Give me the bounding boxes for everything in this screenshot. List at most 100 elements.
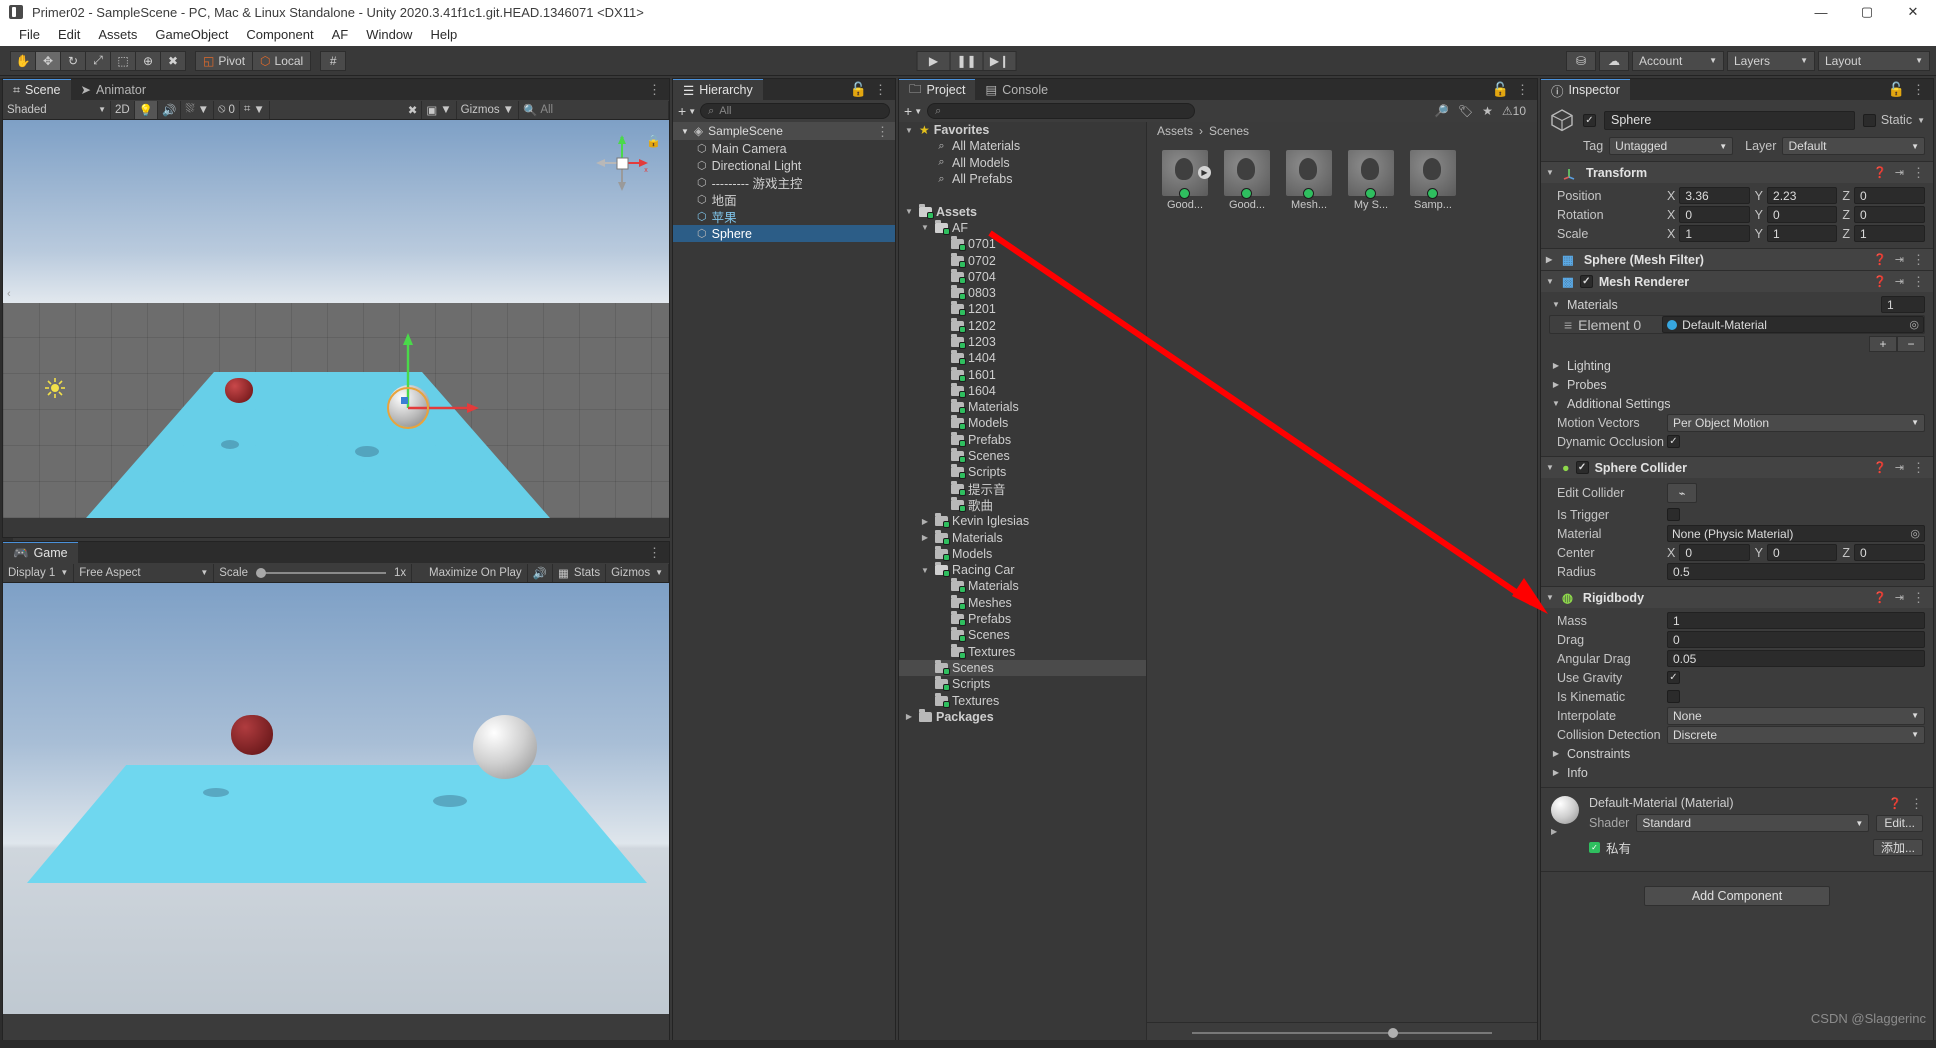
chevron-down-icon[interactable]: ▼ bbox=[919, 566, 931, 575]
component-header[interactable]: ▶ ▦ Sphere (Mesh Filter) ❓ ⇥ ⋮ bbox=[1541, 249, 1933, 270]
material-menu-icon[interactable]: ⋮ bbox=[1910, 797, 1923, 810]
radius-input[interactable]: 0.5 bbox=[1667, 563, 1925, 580]
asset-item[interactable]: Samp... bbox=[1407, 150, 1459, 211]
project-tree-row[interactable]: ▼ Racing Car bbox=[899, 562, 1146, 578]
help-icon[interactable]: ❓ bbox=[1873, 166, 1887, 179]
minimize-button[interactable]: — bbox=[1798, 0, 1844, 24]
chevron-down-icon[interactable]: ▼ bbox=[919, 223, 931, 232]
inspector-menu-icon[interactable]: ⋮ bbox=[1912, 83, 1925, 96]
shader-dropdown[interactable]: Standard ▼ bbox=[1636, 814, 1870, 832]
center-y-input[interactable]: 0 bbox=[1767, 544, 1838, 561]
shader-edit-button[interactable]: Edit... bbox=[1876, 814, 1923, 832]
menu-item-assets[interactable]: Assets bbox=[89, 24, 146, 46]
game-gizmos-dropdown[interactable]: Gizmos ▼ bbox=[606, 563, 669, 582]
hierarchy-item-directional-light[interactable]: ⬡ Directional Light bbox=[673, 157, 895, 174]
project-tree-row[interactable]: 1201 bbox=[899, 301, 1146, 317]
custom-tool-icon[interactable]: ✖ bbox=[160, 50, 186, 71]
add-material-button[interactable]: + bbox=[1869, 336, 1897, 352]
is-trigger-checkbox[interactable] bbox=[1667, 508, 1680, 521]
scene-lighting-icon[interactable]: 💡 bbox=[134, 100, 159, 119]
project-tree-row[interactable]: 1203 bbox=[899, 334, 1146, 350]
project-tree-row[interactable]: Scenes bbox=[899, 659, 1146, 677]
position-x[interactable]: X 3.36 bbox=[1667, 187, 1750, 204]
position-y[interactable]: Y 2.23 bbox=[1755, 187, 1838, 204]
move-gizmo[interactable] bbox=[373, 325, 493, 435]
project-tree-row[interactable]: Models bbox=[899, 545, 1146, 562]
menu-item-gameobject[interactable]: GameObject bbox=[146, 24, 237, 46]
center-y[interactable]: Y0 bbox=[1755, 544, 1838, 561]
project-tree-row[interactable]: ⌕ All Materials bbox=[899, 138, 1146, 154]
preset-icon[interactable]: ⇥ bbox=[1895, 275, 1904, 288]
hierarchy-lock-icon[interactable]: 🔓 bbox=[850, 81, 867, 98]
tab-animator[interactable]: ➤ Animator bbox=[70, 79, 157, 100]
project-tree-row[interactable]: 1404 bbox=[899, 350, 1146, 366]
chevron-right-icon[interactable]: ▶ bbox=[1546, 255, 1556, 264]
constraints-fold[interactable]: ▶ Constraints bbox=[1549, 744, 1925, 763]
maximize-button[interactable]: ▢ bbox=[1844, 0, 1890, 24]
favorite-filter-icon[interactable]: ★ bbox=[1482, 104, 1493, 118]
probes-fold[interactable]: ▶ Probes bbox=[1549, 375, 1925, 394]
edit-collider-button[interactable]: ⌁ bbox=[1667, 483, 1697, 503]
chevron-down-icon[interactable]: ▼ bbox=[903, 126, 915, 135]
scene-menu-icon[interactable]: ⋮ bbox=[648, 83, 661, 96]
chevron-down-icon[interactable]: ▼ bbox=[1546, 593, 1556, 602]
project-lock-icon[interactable]: 🔓 bbox=[1492, 81, 1509, 98]
search-scope-icon[interactable]: 🔎 bbox=[1434, 104, 1449, 118]
hierarchy-item-game-controller[interactable]: ⬡ --------- 游戏主控 bbox=[673, 174, 895, 191]
remove-material-button[interactable]: − bbox=[1897, 336, 1925, 352]
hierarchy-add-button[interactable]: + ▼ bbox=[678, 103, 696, 119]
scene-lock-icon[interactable]: 🔒 bbox=[646, 134, 661, 148]
draw-mode-dropdown[interactable]: Shaded ▼ bbox=[3, 100, 111, 119]
chevron-right-icon[interactable]: ▶ bbox=[1551, 824, 1579, 836]
collab-button[interactable]: ⛁ bbox=[1566, 50, 1596, 71]
position-x-input[interactable]: 3.36 bbox=[1679, 187, 1750, 204]
menu-item-af[interactable]: AF bbox=[323, 24, 358, 46]
display-dropdown[interactable]: Display 1 ▼ bbox=[3, 563, 75, 582]
scale-y-input[interactable]: 1 bbox=[1767, 225, 1838, 242]
collision-detection-dropdown[interactable]: Discrete ▼ bbox=[1667, 725, 1925, 744]
layout-dropdown[interactable]: Layout ▼ bbox=[1818, 50, 1930, 71]
project-tree-row[interactable]: Materials bbox=[899, 578, 1146, 594]
chevron-down-icon[interactable]: ▼ bbox=[1917, 116, 1925, 125]
position-z-input[interactable]: 0 bbox=[1853, 187, 1926, 204]
scene-left-chevron-icon[interactable]: ‹ bbox=[7, 288, 11, 300]
project-tree-row[interactable]: ▶ Materials bbox=[899, 529, 1146, 545]
position-y-input[interactable]: 2.23 bbox=[1767, 187, 1838, 204]
mass-input[interactable]: 1 bbox=[1667, 612, 1925, 629]
local-toggle[interactable]: ⬡ Local bbox=[252, 50, 312, 71]
component-menu-icon[interactable]: ⋮ bbox=[1912, 253, 1925, 266]
help-icon[interactable]: ❓ bbox=[1873, 253, 1887, 266]
rotation-x[interactable]: X0 bbox=[1667, 206, 1750, 223]
project-tree-row[interactable]: Materials bbox=[899, 399, 1146, 415]
scale-z[interactable]: Z1 bbox=[1842, 225, 1926, 242]
step-button[interactable]: ▶❙ bbox=[982, 50, 1017, 71]
component-menu-icon[interactable]: ⋮ bbox=[1912, 166, 1925, 179]
materials-count-input[interactable]: 1 bbox=[1881, 296, 1925, 313]
preset-icon[interactable]: ⇥ bbox=[1895, 166, 1904, 179]
chevron-right-icon[interactable]: ▶ bbox=[919, 533, 931, 542]
element-material-field[interactable]: Default-Material ◎ bbox=[1662, 316, 1924, 333]
component-header[interactable]: ▼ Transform ❓ ⇥ ⋮ bbox=[1541, 162, 1933, 183]
project-tree-row[interactable]: 0704 bbox=[899, 268, 1146, 285]
rotation-y-input[interactable]: 0 bbox=[1767, 206, 1838, 223]
private-checkbox[interactable]: ✓ bbox=[1589, 842, 1600, 853]
component-header[interactable]: ▼ ▩ Mesh Renderer ❓ ⇥ ⋮ bbox=[1541, 271, 1933, 292]
project-menu-icon[interactable]: ⋮ bbox=[1516, 83, 1529, 96]
use-gravity-checkbox[interactable] bbox=[1667, 671, 1680, 684]
project-tree-row[interactable]: Scenes bbox=[899, 627, 1146, 643]
project-tree-row[interactable]: ⌕ All Models bbox=[899, 155, 1146, 171]
scale-slider-knob[interactable] bbox=[256, 567, 267, 578]
rotation-z[interactable]: Z0 bbox=[1842, 206, 1926, 223]
is-kinematic-checkbox[interactable] bbox=[1667, 690, 1680, 703]
scale-slider[interactable] bbox=[256, 567, 387, 578]
rotation-y[interactable]: Y0 bbox=[1755, 206, 1838, 223]
project-tree-row[interactable]: 0803 bbox=[899, 285, 1146, 301]
tag-dropdown[interactable]: Untagged ▼ bbox=[1609, 137, 1734, 155]
rect-tool-icon[interactable]: ⬚ bbox=[110, 50, 136, 71]
scale-tool-icon[interactable]: ⤢ bbox=[85, 50, 111, 71]
asset-item[interactable]: ▶ Good... bbox=[1159, 150, 1211, 211]
cloud-button[interactable]: ☁ bbox=[1599, 50, 1629, 71]
project-tree-row[interactable]: ▼ ★ Favorites bbox=[899, 122, 1146, 138]
tab-game[interactable]: 🎮 Game bbox=[3, 542, 78, 563]
tab-scene[interactable]: ⌗ Scene bbox=[3, 79, 71, 100]
